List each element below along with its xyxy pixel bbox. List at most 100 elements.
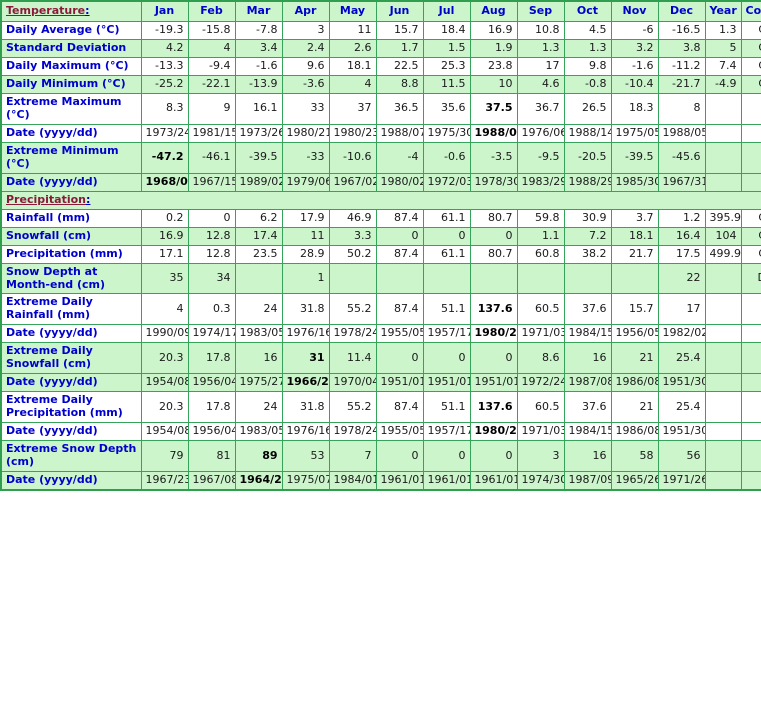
data-cell-aug: 10 [469,74,518,94]
table-row: Date (yyyy/dd) 1973/24 1981/15 1973/26 1980/… [0,123,761,143]
data-cell-apr: 1979/06 [281,172,330,192]
data-cell-aug: 0 [469,226,518,246]
table-row: Rainfall (mm) 0.2 0 6.2 17.9 46.9 87.4 61.1 80.7… [0,208,761,228]
data-cell-oct: 1984/15 [563,324,612,344]
data-cell-code [740,391,761,424]
data-cell-aug: 0 [469,342,518,375]
data-cell-feb: 12.8 [187,244,236,264]
data-cell-mar: 1975/27 [234,373,283,393]
section-title-precipitation: Precipitation: [0,190,761,210]
data-cell-year [704,342,742,375]
data-cell-dec: 16.4 [657,226,706,246]
data-cell-code [740,293,761,326]
data-cell-feb: 17.8 [187,342,236,375]
table-row: Extreme Snow Depth (cm) 79 81 89 53 7 0 0 0 3 16 58… [0,440,761,473]
climate-data-table: Temperature: Jan Feb Mar Apr May Jun Jul Aug Sep O… [0,0,761,492]
data-cell-code [740,471,761,491]
data-cell-code: C [740,38,761,58]
data-cell-apr: 3 [281,20,330,40]
data-cell-jun: -4 [375,141,424,174]
data-cell-year: 7.4 [704,56,742,76]
data-cell-year: 395.9 [704,208,742,228]
data-cell-dec: 8 [657,92,706,125]
data-cell-nov: 1986/08 [610,373,659,393]
data-cell-jan: 35 [140,262,189,295]
data-cell-nov: -1.6 [610,56,659,76]
data-cell-oct: 16 [563,342,612,375]
data-cell-code: C [740,56,761,76]
data-cell-jul: 0 [422,440,471,473]
data-cell-year [704,262,742,295]
row-label: Extreme Minimum (°C) [0,141,142,174]
data-cell-jul: 51.1 [422,391,471,424]
data-cell-oct: -0.8 [563,74,612,94]
data-cell-dec: 56 [657,440,706,473]
data-cell-sep: 10.8 [516,20,565,40]
data-cell-code [740,440,761,473]
row-label: Date (yyyy/dd) [0,172,142,192]
data-cell-jan: 8.3 [140,92,189,125]
data-cell-may: 11 [328,20,377,40]
row-label: Standard Deviation [0,38,142,58]
section-title-colon: : [85,192,91,206]
data-cell-jan: 1954/08 [140,373,189,393]
data-cell-aug: 16.9 [469,20,518,40]
data-cell-code [740,342,761,375]
data-cell-year: 104 [704,226,742,246]
data-cell-jan: 1973/24 [140,123,189,143]
data-cell-feb: 34 [187,262,236,295]
row-label: Daily Average (°C) [0,20,142,40]
data-cell-may: 2.6 [328,38,377,58]
data-cell-nov: 15.7 [610,293,659,326]
data-cell-may: 1978/24 [328,324,377,344]
data-cell-nov: 3.2 [610,38,659,58]
data-cell-oct: -20.5 [563,141,612,174]
data-cell-may: 4 [328,74,377,94]
data-cell-feb: 0 [187,208,236,228]
data-cell-feb: 12.8 [187,226,236,246]
data-cell-feb: 1974/17+ [187,324,236,344]
data-cell-dec: -16.5 [657,20,706,40]
data-cell-may: 50.2 [328,244,377,264]
data-cell-may [328,262,377,295]
data-cell-apr: 1976/16 [281,422,330,442]
data-cell-jan: 1968/06 [140,172,189,192]
data-cell-aug: 1.9 [469,38,518,58]
data-cell-apr: -3.6 [281,74,330,94]
data-cell-code [740,92,761,125]
data-cell-sep: 1.1 [516,226,565,246]
data-cell-nov: 3.7 [610,208,659,228]
column-header-year: Year [704,0,742,22]
row-label: Extreme Daily Precipitation (mm) [0,391,142,424]
data-cell-code [740,141,761,174]
data-cell-nov: -39.5 [610,141,659,174]
data-cell-dec: -45.6 [657,141,706,174]
data-cell-jul: 1951/01+ [422,373,471,393]
data-cell-jan: 16.9 [140,226,189,246]
data-cell-jun: 36.5 [375,92,424,125]
data-cell-jun: 87.4 [375,244,424,264]
column-header-jun: Jun [375,0,424,22]
data-cell-oct: 38.2 [563,244,612,264]
column-header-dec: Dec [657,0,706,22]
data-cell-year [704,440,742,473]
data-cell-nov: 18.3 [610,92,659,125]
data-cell-jan: -19.3 [140,20,189,40]
column-header-may: May [328,0,377,22]
data-cell-year [704,123,742,143]
data-cell-feb: 0.3 [187,293,236,326]
row-label: Date (yyyy/dd) [0,324,142,344]
data-cell-feb: 1956/04 [187,422,236,442]
table-row: Snowfall (cm) 16.9 12.8 17.4 11 3.3 0 0 0 1.1 7.2 1… [0,226,761,246]
data-cell-sep: 60.5 [516,391,565,424]
data-cell-mar: -39.5 [234,141,283,174]
data-cell-jun: 1980/02 [375,172,424,192]
data-cell-jan: 1967/23+ [140,471,189,491]
data-cell-feb: -22.1 [187,74,236,94]
data-cell-may: 7 [328,440,377,473]
row-label: Date (yyyy/dd) [0,471,142,491]
data-cell-dec: 25.4 [657,391,706,424]
data-cell-aug: 1978/30 [469,172,518,192]
data-cell-year: 499.9 [704,244,742,264]
data-cell-nov: -6 [610,20,659,40]
